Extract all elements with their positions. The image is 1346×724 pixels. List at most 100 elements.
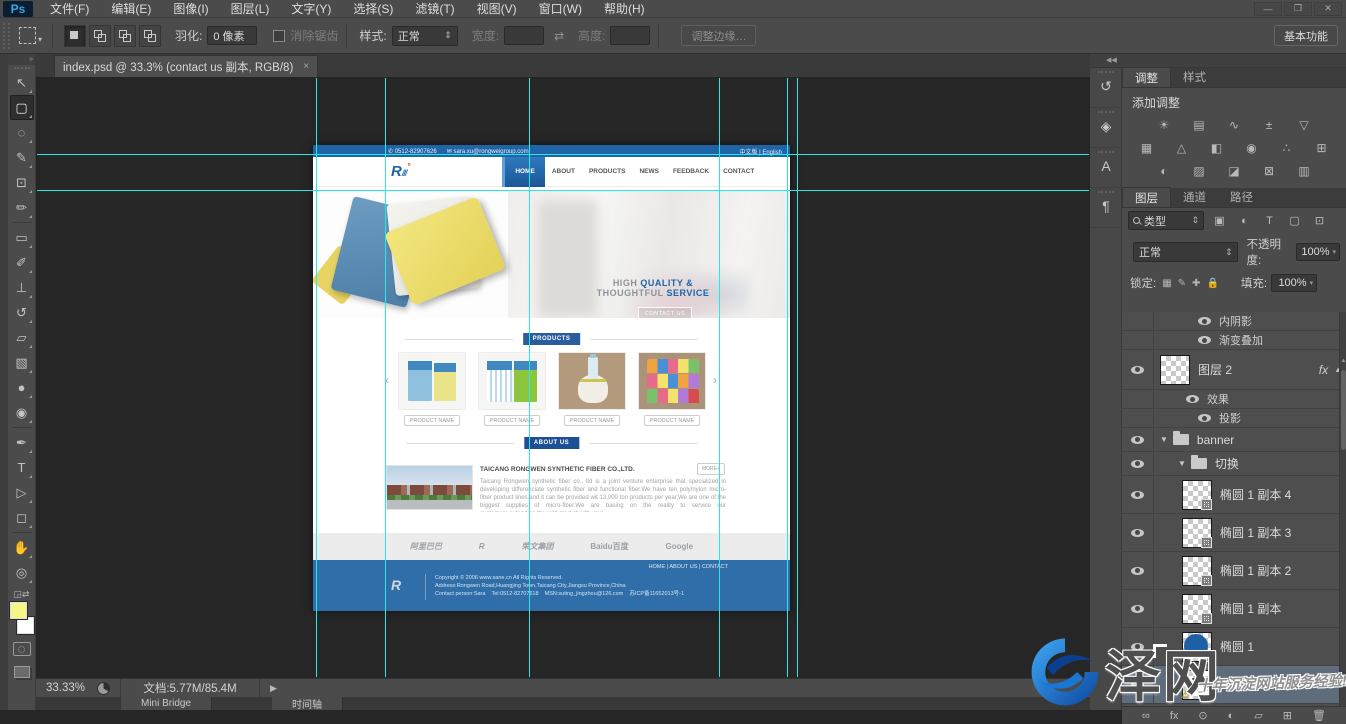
intersect-selection-button[interactable]: [139, 25, 161, 47]
layer-row[interactable]: 图层 2fx▲: [1122, 350, 1346, 390]
group-expand-icon[interactable]: ▼: [1178, 459, 1186, 468]
layer-thumbnail[interactable]: [1182, 556, 1212, 586]
blend-mode-select[interactable]: 正常⇕: [1133, 242, 1238, 262]
guide-horizontal[interactable]: [37, 154, 1089, 155]
smart-object-filter-icon[interactable]: ⊡: [1310, 213, 1329, 229]
menu-文件(F)[interactable]: 文件(F): [39, 0, 100, 18]
type-tool-icon[interactable]: T: [10, 455, 34, 480]
photo-filter-icon[interactable]: ◉: [1242, 139, 1262, 156]
guide-horizontal[interactable]: [37, 190, 1089, 191]
layer-row[interactable]: T⚠contact us 副本: [1122, 666, 1346, 704]
type-filter-icon[interactable]: T: [1260, 213, 1279, 229]
visibility-eye-icon[interactable]: [1131, 491, 1144, 499]
rectangular-marquee-tool-icon[interactable]: ▢: [10, 95, 34, 120]
scrollbar-up-icon[interactable]: ▲: [1340, 358, 1346, 364]
hand-tool-icon[interactable]: ✋: [10, 535, 34, 560]
fx-badge[interactable]: fx: [1319, 363, 1328, 377]
feather-input[interactable]: 0 像素: [207, 26, 257, 45]
threshold-icon[interactable]: ◪: [1224, 162, 1244, 179]
minimize-button[interactable]: —: [1254, 2, 1282, 16]
new-layer-icon[interactable]: ⊞: [1283, 709, 1292, 722]
guide-vertical[interactable]: [719, 78, 720, 677]
pen-tool-icon[interactable]: ✒: [10, 430, 34, 455]
blur-tool-icon[interactable]: ●: [10, 375, 34, 400]
direct-selection-tool-icon[interactable]: ▷: [10, 480, 34, 505]
adjustment-layer-icon[interactable]: ◐: [1228, 710, 1235, 722]
visibility-eye-icon[interactable]: [1131, 605, 1144, 613]
workspace-switcher-button[interactable]: 基本功能: [1274, 25, 1338, 46]
tab-styles[interactable]: 样式: [1171, 67, 1218, 87]
black-white-icon[interactable]: ◧: [1207, 139, 1227, 156]
layer-style-icon[interactable]: fx: [1170, 710, 1179, 722]
visibility-eye-icon[interactable]: [1198, 336, 1211, 344]
layer-row[interactable]: ▼banner: [1122, 428, 1346, 452]
foreground-color-swatch[interactable]: [10, 602, 27, 619]
3d-panel-icon[interactable]: ◈: [1090, 108, 1122, 148]
quick-mask-button[interactable]: [13, 642, 31, 656]
delete-layer-icon[interactable]: 🗑: [1312, 709, 1326, 722]
add-to-selection-button[interactable]: [89, 25, 111, 47]
refine-edge-button[interactable]: 调整边缘…: [681, 25, 756, 46]
healing-brush-tool-icon[interactable]: ▭: [10, 225, 34, 250]
menu-窗口(W)[interactable]: 窗口(W): [528, 0, 593, 18]
selective-color-icon[interactable]: ▥: [1294, 162, 1314, 179]
tool-preset-arrow-icon[interactable]: ▾: [38, 35, 42, 44]
curves-icon[interactable]: ∿: [1224, 116, 1244, 133]
channel-mixer-icon[interactable]: ∴: [1277, 139, 1297, 156]
swap-dimensions-icon[interactable]: ⇄: [554, 29, 564, 43]
layer-row[interactable]: 椭圆 1 副本 4: [1122, 476, 1346, 514]
layer-thumbnail[interactable]: [1182, 594, 1212, 624]
posterize-icon[interactable]: ▨: [1189, 162, 1209, 179]
guide-vertical[interactable]: [529, 78, 530, 677]
menu-文字(Y)[interactable]: 文字(Y): [280, 0, 342, 18]
menu-视图(V)[interactable]: 视图(V): [466, 0, 528, 18]
restore-button[interactable]: ❐: [1284, 2, 1312, 16]
tab-layers[interactable]: 图层: [1122, 187, 1171, 207]
invert-icon[interactable]: ◐: [1154, 162, 1174, 179]
eraser-tool-icon[interactable]: ▱: [10, 325, 34, 350]
layers-scrollbar[interactable]: ▲: [1339, 312, 1346, 706]
tab-adjustments[interactable]: 调整: [1122, 67, 1171, 87]
antialias-checkbox[interactable]: [273, 30, 285, 42]
brightness-contrast-icon[interactable]: ☀: [1154, 116, 1174, 133]
color-lookup-icon[interactable]: ⊞: [1312, 139, 1332, 156]
lasso-tool-icon[interactable]: ◌: [10, 120, 34, 145]
layer-row[interactable]: 投影: [1122, 409, 1346, 428]
pixel-filter-icon[interactable]: ▣: [1210, 213, 1229, 229]
character-panel-icon[interactable]: A: [1090, 148, 1122, 188]
link-layers-icon[interactable]: ∞: [1142, 710, 1150, 722]
layer-filter-select[interactable]: 类型⇕: [1128, 211, 1204, 230]
visibility-eye-icon[interactable]: [1131, 529, 1144, 537]
layer-mask-icon[interactable]: ⊙: [1198, 709, 1207, 722]
menu-图层(L)[interactable]: 图层(L): [220, 0, 281, 18]
visibility-eye-icon[interactable]: [1131, 643, 1144, 651]
visibility-eye-icon[interactable]: [1131, 567, 1144, 575]
menu-帮助(H)[interactable]: 帮助(H): [593, 0, 656, 18]
layer-thumbnail[interactable]: T⚠: [1182, 670, 1212, 700]
history-brush-tool-icon[interactable]: ↺: [10, 300, 34, 325]
close-button[interactable]: ✕: [1314, 2, 1342, 16]
gradient-map-icon[interactable]: ⊠: [1259, 162, 1279, 179]
document-close-icon[interactable]: ×: [303, 61, 309, 72]
zoom-tool-icon[interactable]: ◎: [10, 560, 34, 585]
paragraph-panel-icon[interactable]: ¶: [1090, 188, 1122, 228]
guide-vertical[interactable]: [316, 78, 317, 677]
visibility-eye-icon[interactable]: [1186, 395, 1199, 403]
lock-position-icon[interactable]: ✚: [1192, 278, 1200, 289]
exposure-icon[interactable]: ±: [1259, 116, 1279, 133]
history-panel-icon[interactable]: ↺: [1090, 68, 1122, 108]
visibility-eye-icon[interactable]: [1198, 414, 1211, 422]
visibility-eye-icon[interactable]: [1131, 681, 1144, 689]
brush-tool-icon[interactable]: ✐: [10, 250, 34, 275]
levels-icon[interactable]: ▤: [1189, 116, 1209, 133]
layer-row[interactable]: 效果: [1122, 390, 1346, 409]
layer-thumbnail[interactable]: [1182, 518, 1212, 548]
layer-row[interactable]: 椭圆 1 副本 2: [1122, 552, 1346, 590]
adjustment-filter-icon[interactable]: ◐: [1235, 213, 1254, 229]
crop-tool-icon[interactable]: ⊡: [10, 170, 34, 195]
tool-preset-icon[interactable]: [19, 27, 36, 44]
guide-vertical[interactable]: [797, 78, 798, 677]
layer-thumbnail[interactable]: [1182, 480, 1212, 510]
layer-row[interactable]: 椭圆 1: [1122, 628, 1346, 666]
hue-saturation-icon[interactable]: ▦: [1137, 139, 1157, 156]
